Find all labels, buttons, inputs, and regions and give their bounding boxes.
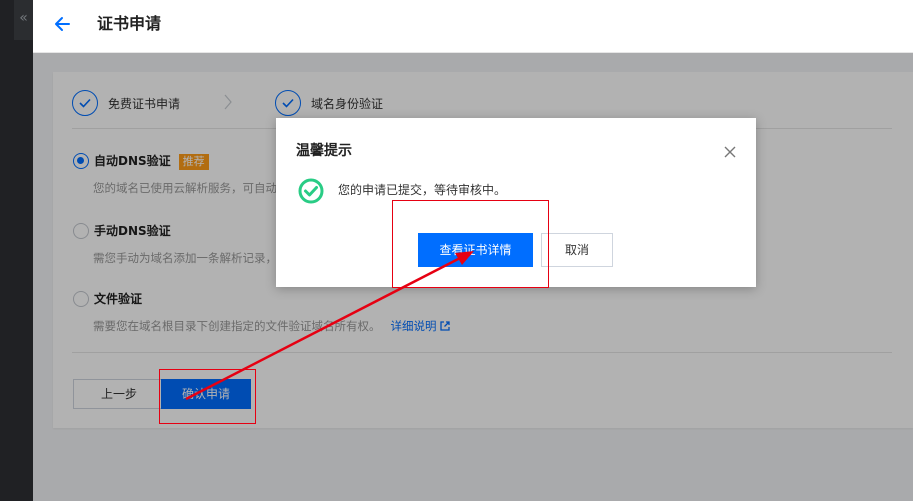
close-icon[interactable] [722,144,738,160]
annotation-highlight-box [392,200,549,288]
dialog-message: 您的申请已提交，等待审核中。 [338,183,507,197]
page-title: 证书申请 [97,14,162,33]
arrow-left-icon[interactable] [51,13,73,35]
success-check-icon [298,178,324,204]
page-header: 证书申请 [33,0,913,53]
annotation-highlight-box [159,369,256,424]
modal-backdrop-side [0,0,33,501]
cancel-button[interactable]: 取消 [541,233,613,267]
dialog-title: 温馨提示 [296,143,352,159]
